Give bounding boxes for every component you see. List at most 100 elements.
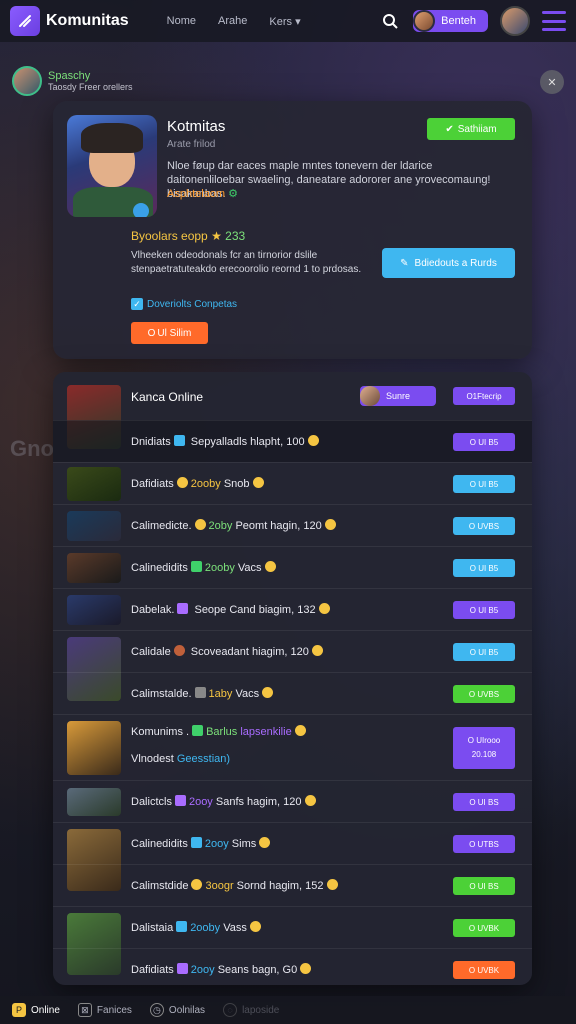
coin-icon xyxy=(294,725,306,736)
check-icon xyxy=(192,725,204,736)
nav-link-kers[interactable]: Kers ▾ xyxy=(269,15,300,28)
list-item-name: Dafidiats xyxy=(131,478,174,490)
online-status-button[interactable]: O Ul Silim xyxy=(131,322,208,344)
gem-icon xyxy=(176,921,188,932)
row-action-button[interactable]: O UI B5 xyxy=(453,475,515,493)
brand-name: Komunitas xyxy=(46,12,129,29)
featured-tag: Asphtelaom ⚙ xyxy=(167,187,238,200)
coin-icon xyxy=(318,603,330,614)
table-row[interactable]: Dafidiats 2ooy Seans bagn, G0 O UVBK xyxy=(53,948,532,985)
list-item-label: Calimstdide 3oogr Sornd hagim, 152 xyxy=(131,879,338,892)
row-action-button[interactable]: O UVBS xyxy=(453,685,515,703)
search-icon[interactable] xyxy=(379,10,401,32)
row-action-button[interactable]: O UIrooo 20.108 xyxy=(453,727,515,769)
play-icon: P xyxy=(12,1003,26,1017)
row-action-button[interactable]: O UI B5 xyxy=(453,433,515,451)
list-item-sublabel: Vlnodest Geesstian) xyxy=(131,753,230,765)
list-item-name: Calinedidits xyxy=(131,562,188,574)
profile-avatar[interactable] xyxy=(500,6,530,36)
header-user-pill-label: Sunre xyxy=(386,391,411,401)
list-item-name: Dabelak. xyxy=(131,604,175,616)
table-row[interactable]: Dafidiats 2ooby Snob O UI B5 xyxy=(53,462,532,504)
avatar xyxy=(413,10,436,32)
list-item-level: 1aby xyxy=(208,688,236,700)
tab-laposide[interactable]: ◌ laposide xyxy=(223,1003,279,1017)
table-row[interactable]: Calidale Scoveadant hiagim, 120 O UI B5 xyxy=(53,630,532,701)
clock-icon: ◷ xyxy=(149,1003,164,1017)
coin-icon xyxy=(311,645,323,656)
list-item-label: Dafidiats 2ooy Seans bagn, G0 xyxy=(131,963,312,976)
tab-fanices[interactable]: ⊠ Fanices xyxy=(77,1003,132,1017)
list-item-detail: Seans bagn, G0 xyxy=(217,964,298,976)
top-right-controls: Benteh xyxy=(379,6,566,36)
table-row[interactable]: Dalistaia 2ooby Vass O UVBK xyxy=(53,906,532,975)
list-item-label: Calimstalde. 1aby Vacs xyxy=(131,687,274,700)
header-user-pill[interactable]: Sunre xyxy=(360,386,436,406)
list-item-detail: Sornd hagim, 152 xyxy=(236,880,324,892)
avatar xyxy=(360,386,380,406)
list-item-name: Dalistaia xyxy=(131,922,174,934)
details-button[interactable]: ✎ Bdiedouts a Rurds xyxy=(382,248,515,278)
row-action-button[interactable]: O UI B5 xyxy=(453,559,515,577)
list-item-label: Dnidiats Sepyalladls hlapht, 100 xyxy=(131,435,319,448)
side-profile-name: Spaschy xyxy=(48,70,91,82)
list-item-thumbnail xyxy=(67,511,121,541)
close-icon[interactable]: ✕ xyxy=(540,70,564,94)
list-item-label: Dabelak. Seope Cand biagim, 132 xyxy=(131,603,330,616)
badge-icon xyxy=(190,561,202,572)
row-action-button[interactable]: O UVBK xyxy=(453,919,515,937)
table-row[interactable]: Calimedicte. 2oby Peomt hagin, 120 O UVBS xyxy=(53,504,532,546)
join-button[interactable]: ✔ Sathiiam xyxy=(427,118,515,140)
row-action-button[interactable]: O UI B5 xyxy=(453,601,515,619)
table-row[interactable]: Calimstdide 3oogr Sornd hagim, 152 O UI BS xyxy=(53,864,532,906)
coin-icon xyxy=(191,879,203,890)
row-action-button[interactable]: O UI B5 xyxy=(453,643,515,661)
row-action-button[interactable]: O UTBS xyxy=(453,835,515,853)
table-row[interactable]: Dalictcls 2ooy Sanfs hagim, 120 O UI BS xyxy=(53,780,532,822)
bottom-tab-bar: P Online ⊠ Fanices ◷ Oolnilas ◌ laposide xyxy=(0,996,576,1024)
tab-oolnilas[interactable]: ◷ Oolnilas xyxy=(149,1003,206,1017)
tab-online[interactable]: P Online xyxy=(12,1003,60,1017)
nav-link-arahe[interactable]: Arahe xyxy=(218,15,247,28)
list-item-detail: Sims xyxy=(231,838,257,850)
slash-logo-icon[interactable] xyxy=(10,6,40,36)
nav-link-kers-label: Kers xyxy=(269,15,292,28)
online-list: Kanca Online Sunre O1Ftecrip Dnidiats Se… xyxy=(53,372,532,985)
side-profile[interactable]: Spaschy Taosdy Freer orellers xyxy=(12,66,133,96)
row-action-button[interactable]: O UI BS xyxy=(453,793,515,811)
consent-checkbox[interactable]: ✓ Doveriolts Conpetas xyxy=(131,298,237,310)
tab-laposide-label: laposide xyxy=(242,1004,280,1016)
row-action-button[interactable]: O UI BS xyxy=(453,877,515,895)
table-row[interactable]: Dabelak. Seope Cand biagim, 132 O UI B5 xyxy=(53,588,532,630)
token-icon xyxy=(173,645,185,656)
list-item-level: 2ooby xyxy=(190,478,224,490)
list-item-name: Dalictcls xyxy=(131,796,172,808)
row-action-button[interactable]: O UVBK xyxy=(453,961,515,979)
header-action-button[interactable]: O1Ftecrip xyxy=(453,387,515,405)
list-item-thumbnail xyxy=(67,595,121,625)
list-item-detail: Sanfs hagim, 120 xyxy=(215,796,302,808)
tab-oolnilas-label: Oolnilas xyxy=(168,1004,206,1016)
table-row[interactable]: Calinedidits 2ooby Vacs O UI B5 xyxy=(53,546,532,588)
list-item-name: Calidale xyxy=(131,646,171,658)
online-list-title: Kanca Online xyxy=(131,390,204,404)
user-button[interactable]: Benteh xyxy=(413,10,488,32)
nav-link-home[interactable]: Nome xyxy=(167,15,196,28)
coin-icon xyxy=(300,963,312,974)
table-row[interactable]: Calimstalde. 1aby Vacs O UVBS xyxy=(53,672,532,714)
chevron-down-icon: ▾ xyxy=(295,15,301,28)
list-item-label: Calidale Scoveadant hiagim, 120 xyxy=(131,645,323,658)
list-item-name: Calimedicte. xyxy=(131,520,192,532)
hamburger-icon[interactable] xyxy=(542,11,566,31)
list-item-status: Geesstian) xyxy=(176,753,231,765)
side-profile-subtitle: Taosdy Freer orellers xyxy=(48,82,133,92)
table-row[interactable]: Calinedidits 2ooy Sims O UTBS xyxy=(53,822,532,891)
table-row[interactable]: Komunims . Barlus lapsenkilie Vlnodest Gee… xyxy=(53,714,532,780)
row-action-button[interactable]: O UVBS xyxy=(453,517,515,535)
table-row[interactable]: Dnidiats Sepyalladls hlapht, 100 O UI B5 xyxy=(53,420,532,462)
featured-subtitle: Arate frilod xyxy=(167,139,216,150)
nav-links: Nome Arahe Kers ▾ xyxy=(167,15,301,28)
list-item-level: 2ooby xyxy=(204,562,238,574)
coin-icon xyxy=(249,921,261,932)
rating: Byoolars eopp ★ 233 xyxy=(131,229,245,243)
